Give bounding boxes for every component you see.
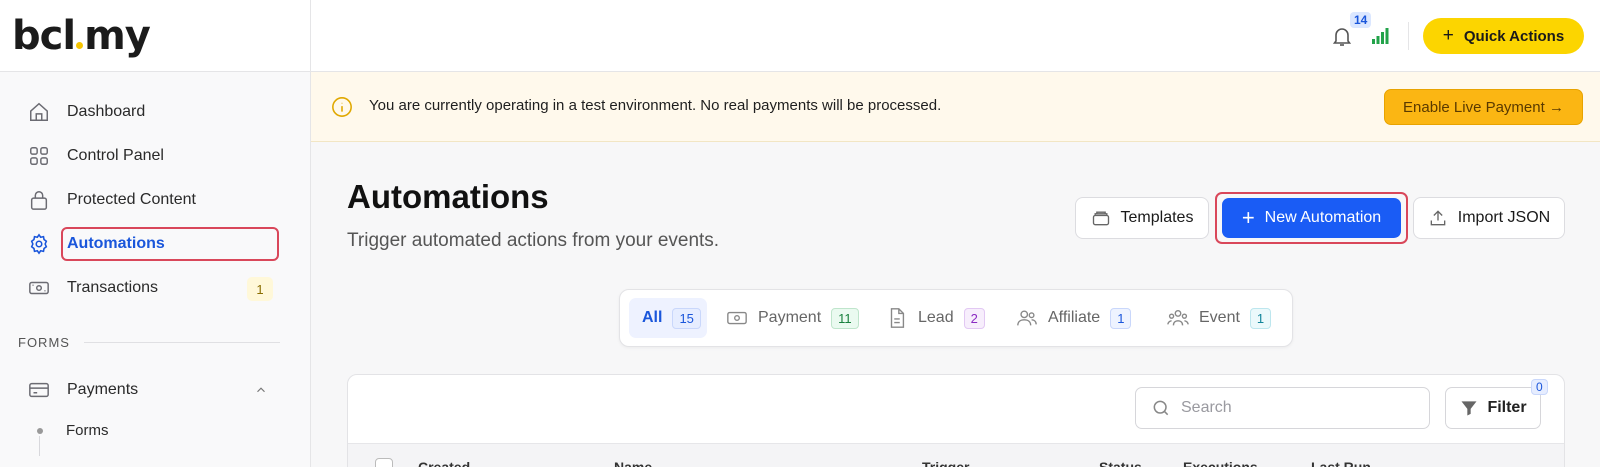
tab-lead[interactable]: Lead 2 xyxy=(886,298,985,338)
logo-dot xyxy=(76,41,84,49)
bell-icon[interactable] xyxy=(1330,24,1354,48)
sidebar-item-label: Transactions xyxy=(67,279,158,296)
search-box[interactable] xyxy=(1135,387,1430,429)
automations-table-card: Filter 0 Created Name Trigger Status Exe… xyxy=(347,374,1565,467)
cash-icon xyxy=(28,277,50,299)
signal-icon xyxy=(1372,28,1389,44)
cash-icon xyxy=(727,311,747,325)
tab-count-badge: 1 xyxy=(1249,307,1272,329)
grid-icon xyxy=(28,145,50,167)
column-header-created[interactable]: Created xyxy=(418,459,470,467)
sidebar-subitem-label: Forms xyxy=(66,421,109,439)
tab-affiliate[interactable]: Affiliate 1 xyxy=(1016,298,1132,338)
column-header-last-run[interactable]: Last Run xyxy=(1311,459,1371,467)
sidebar-item-transactions[interactable]: Transactions 1 xyxy=(0,266,310,310)
sidebar-nav: Dashboard Control Panel Protected Conten… xyxy=(0,72,310,456)
table-header: Created Name Trigger Status Executions L… xyxy=(348,443,1564,467)
logo-area: bcl my xyxy=(0,0,310,72)
search-icon xyxy=(1153,400,1169,416)
tab-all[interactable]: All 15 xyxy=(629,298,707,338)
tree-line xyxy=(39,436,40,456)
sidebar-item-automations[interactable]: Automations xyxy=(0,222,310,266)
transactions-count-badge: 1 xyxy=(247,277,273,301)
column-header-name[interactable]: Name xyxy=(614,459,652,467)
sidebar-item-label: Dashboard xyxy=(67,103,146,120)
plus-icon: + xyxy=(1241,205,1255,230)
import-json-button[interactable]: Import JSON xyxy=(1413,197,1565,239)
upload-icon xyxy=(1430,210,1446,226)
section-label-forms: FORMS xyxy=(0,330,310,354)
home-icon xyxy=(28,101,50,123)
credit-card-icon xyxy=(28,379,50,401)
chevron-up-icon[interactable] xyxy=(254,383,268,402)
test-environment-banner: You are currently operating in a test en… xyxy=(311,72,1600,142)
page-title: Automations xyxy=(347,178,549,215)
sidebar-item-payments[interactable]: Payments xyxy=(0,368,310,412)
filter-button[interactable]: Filter xyxy=(1445,387,1541,429)
filter-count-badge: 0 xyxy=(1531,379,1548,395)
tab-event[interactable]: Event 1 xyxy=(1167,298,1272,338)
logo[interactable]: bcl my xyxy=(12,16,151,56)
enable-live-payment-button[interactable]: Enable Live Payment → xyxy=(1384,89,1583,125)
column-header-trigger[interactable]: Trigger xyxy=(922,459,969,467)
sidebar-item-control-panel[interactable]: Control Panel xyxy=(0,134,310,178)
sidebar-item-protected-content[interactable]: Protected Content xyxy=(0,178,310,222)
bullet xyxy=(37,428,43,434)
top-header: 14 + Quick Actions xyxy=(311,0,1600,72)
tab-count-badge: 2 xyxy=(963,307,985,329)
banner-message: You are currently operating in a test en… xyxy=(369,97,942,114)
info-icon xyxy=(331,96,353,118)
select-all-checkbox[interactable] xyxy=(375,458,393,467)
search-input[interactable] xyxy=(1181,399,1421,417)
tab-payment[interactable]: Payment 11 xyxy=(726,298,859,338)
sidebar-item-label: Control Panel xyxy=(67,147,164,164)
group-icon xyxy=(1167,309,1189,326)
gear-icon xyxy=(28,233,50,255)
users-icon xyxy=(1017,310,1037,326)
tab-count-badge: 11 xyxy=(831,307,859,329)
sidebar: bcl my Dashboard Control Panel Protected … xyxy=(0,0,311,467)
templates-button[interactable]: Templates xyxy=(1075,197,1209,239)
new-automation-button[interactable]: + New Automation xyxy=(1222,198,1401,238)
type-filter-tabs: All 15 Payment 11 Lead 2 Affiliate 1 Event 1 xyxy=(619,289,1293,347)
funnel-icon xyxy=(1461,401,1477,416)
header-divider xyxy=(1408,22,1409,50)
layers-icon xyxy=(1092,211,1109,226)
notification-count-badge: 14 xyxy=(1350,12,1372,28)
tab-count-badge: 1 xyxy=(1110,307,1132,329)
sidebar-item-label: Payments xyxy=(67,381,139,398)
sidebar-item-label: Protected Content xyxy=(67,191,196,208)
section-divider xyxy=(83,341,280,343)
plus-icon: + xyxy=(1442,25,1454,46)
document-icon xyxy=(890,308,905,328)
sidebar-subitem-forms[interactable]: Forms xyxy=(0,412,310,456)
highlight-box xyxy=(61,227,279,261)
quick-actions-button[interactable]: + Quick Actions xyxy=(1423,18,1584,54)
column-header-status[interactable]: Status xyxy=(1099,459,1142,467)
column-header-executions[interactable]: Executions xyxy=(1183,459,1258,467)
sidebar-item-dashboard[interactable]: Dashboard xyxy=(0,90,310,134)
lock-icon xyxy=(28,189,50,211)
tab-count-badge: 15 xyxy=(672,307,701,329)
page-subtitle: Trigger automated actions from your even… xyxy=(347,230,720,251)
